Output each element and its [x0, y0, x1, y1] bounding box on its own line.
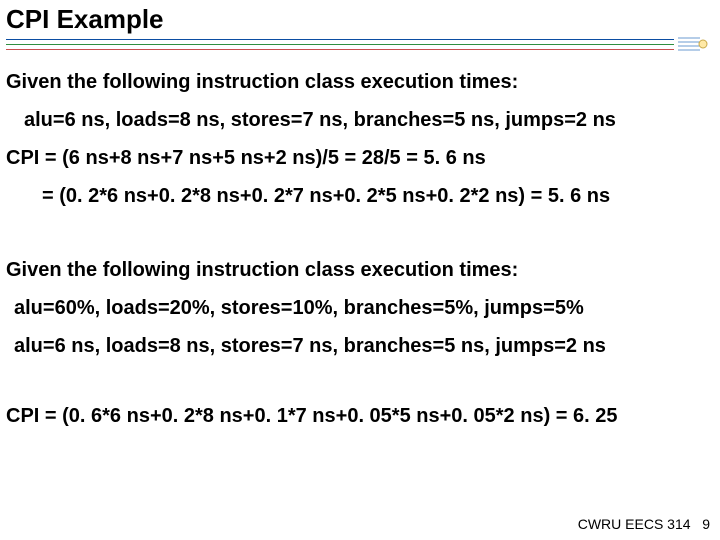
- cpi-expansion-1: = (0. 2*6 ns+0. 2*8 ns+0. 2*7 ns+0. 2*5 …: [6, 185, 714, 207]
- exec-times-1: alu=6 ns, loads=8 ns, stores=7 ns, branc…: [6, 109, 714, 131]
- sunburst-icon: [678, 35, 708, 58]
- title-area: CPI Example: [0, 0, 720, 35]
- spacer: [6, 373, 714, 389]
- footer: CWRU EECS 314 9: [578, 516, 710, 532]
- title-divider: [6, 37, 714, 55]
- divider-lines: [6, 39, 674, 54]
- slide-body: Given the following instruction class ex…: [0, 71, 720, 427]
- cpi-equation-1: CPI = (6 ns+8 ns+7 ns+5 ns+2 ns)/5 = 28/…: [6, 147, 714, 169]
- exec-times-2: alu=6 ns, loads=8 ns, stores=7 ns, branc…: [6, 335, 714, 357]
- course-code: CWRU EECS 314: [578, 516, 691, 532]
- slide-title: CPI Example: [6, 4, 714, 35]
- intro-text-2: Given the following instruction class ex…: [6, 259, 714, 281]
- slide: CPI Example Given the following instruct…: [0, 0, 720, 540]
- percentages: alu=60%, loads=20%, stores=10%, branches…: [6, 297, 714, 319]
- spacer: [6, 223, 714, 243]
- intro-text-1: Given the following instruction class ex…: [6, 71, 714, 93]
- page-number: 9: [702, 516, 710, 532]
- cpi-equation-2: CPI = (0. 6*6 ns+0. 2*8 ns+0. 1*7 ns+0. …: [6, 405, 714, 427]
